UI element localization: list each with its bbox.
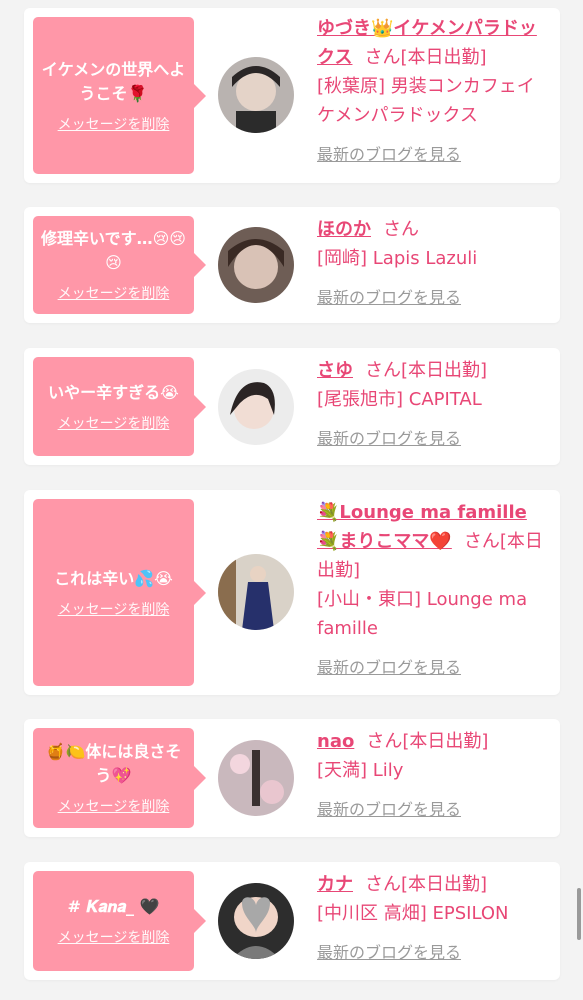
message-card: # 𝑲𝒂𝒏𝒂_ 🖤 メッセージを削除 カナ さん[本日出勤] [中川区 高畑] E… bbox=[24, 862, 560, 980]
shop-info: [岡崎] Lapis Lazuli bbox=[317, 248, 478, 269]
cast-name-link[interactable]: ほのか bbox=[317, 219, 371, 240]
avatar-image bbox=[218, 227, 294, 303]
shop-info: [尾張旭市] CAPITAL bbox=[317, 389, 482, 410]
delete-message-link[interactable]: メッセージを削除 bbox=[58, 114, 170, 134]
attendance-status: [本日出勤] bbox=[402, 731, 489, 752]
latest-blog-link[interactable]: 最新のブログを見る bbox=[317, 653, 461, 682]
message-bubble: 🍯🍋体には良さそう💖 メッセージを削除 bbox=[33, 728, 194, 828]
cast-info: nao さん[本日出勤] [天満] Lily 最新のブログを見る bbox=[317, 727, 549, 824]
avatar-image bbox=[218, 883, 294, 959]
avatar[interactable] bbox=[218, 227, 294, 303]
cast-name-link[interactable]: カナ bbox=[317, 874, 353, 895]
avatar[interactable] bbox=[218, 883, 294, 959]
attendance-status: [本日出勤] bbox=[401, 874, 488, 895]
avatar-image bbox=[218, 740, 294, 816]
delete-message-link[interactable]: メッセージを削除 bbox=[58, 796, 170, 816]
cast-info: さゆ さん[本日出勤] [尾張旭市] CAPITAL 最新のブログを見る bbox=[317, 356, 549, 453]
message-card: これは辛い💦😭 メッセージを削除 💐Lounge ma famille💐まりこマ… bbox=[24, 490, 560, 695]
cast-info: ゆづき👑イケメンパラドックス さん[本日出勤] [秋葉原] 男装コンカフェイケメン… bbox=[317, 14, 549, 169]
delete-message-link[interactable]: メッセージを削除 bbox=[58, 927, 170, 947]
avatar[interactable] bbox=[218, 740, 294, 816]
message-card: いやー辛すぎる😭 メッセージを削除 さゆ さん[本日出勤] [尾張旭市] CAPI… bbox=[24, 348, 560, 465]
message-text: イケメンの世界へようこそ🌹 bbox=[41, 59, 186, 103]
delete-message-link[interactable]: メッセージを削除 bbox=[58, 413, 170, 433]
cast-info: カナ さん[本日出勤] [中川区 高畑] EPSILON 最新のブログを見る bbox=[317, 870, 549, 967]
shop-info: [中川区 高畑] EPSILON bbox=[317, 903, 509, 924]
message-bubble: これは辛い💦😭 メッセージを削除 bbox=[33, 499, 194, 686]
message-bubble: # 𝑲𝒂𝒏𝒂_ 🖤 メッセージを削除 bbox=[33, 871, 194, 971]
latest-blog-link[interactable]: 最新のブログを見る bbox=[317, 140, 461, 169]
attendance-status: [本日出勤] bbox=[400, 47, 487, 68]
delete-message-link[interactable]: メッセージを削除 bbox=[58, 283, 170, 303]
avatar-image bbox=[218, 57, 294, 133]
cast-name-link[interactable]: nao bbox=[317, 731, 354, 752]
message-bubble: 修理辛いです…😢😢😢 メッセージを削除 bbox=[33, 216, 194, 314]
attendance-status: [本日出勤] bbox=[401, 360, 488, 381]
avatar-image bbox=[218, 554, 294, 630]
message-text: # 𝑲𝒂𝒏𝒂_ 🖤 bbox=[67, 897, 160, 916]
shop-info: [小山・東口] Lounge ma famille bbox=[317, 589, 528, 639]
honorific: さん bbox=[463, 531, 500, 552]
avatar[interactable] bbox=[218, 57, 294, 133]
message-bubble: イケメンの世界へようこそ🌹 メッセージを削除 bbox=[33, 17, 194, 174]
latest-blog-link[interactable]: 最新のブログを見る bbox=[317, 283, 461, 312]
message-text: 🍯🍋体には良さそう💖 bbox=[45, 742, 182, 785]
delete-message-link[interactable]: メッセージを削除 bbox=[58, 599, 170, 619]
message-card: 修理辛いです…😢😢😢 メッセージを削除 ほのか さん [岡崎] Lapis Laz… bbox=[24, 207, 560, 323]
honorific: さん bbox=[383, 219, 419, 240]
avatar[interactable] bbox=[218, 554, 294, 630]
honorific: さん bbox=[366, 731, 403, 752]
message-text: いやー辛すぎる😭 bbox=[48, 382, 179, 402]
latest-blog-link[interactable]: 最新のブログを見る bbox=[317, 938, 461, 967]
message-text: 修理辛いです…😢😢😢 bbox=[41, 229, 186, 272]
cast-info: 💐Lounge ma famille💐まりこママ❤️ さん[本日出勤] [小山・東… bbox=[317, 498, 549, 682]
cast-name-link[interactable]: さゆ bbox=[317, 360, 353, 381]
scrollbar[interactable] bbox=[577, 888, 581, 940]
honorific: さん bbox=[365, 874, 401, 895]
honorific: さん bbox=[364, 47, 401, 68]
latest-blog-link[interactable]: 最新のブログを見る bbox=[317, 795, 461, 824]
cast-info: ほのか さん [岡崎] Lapis Lazuli 最新のブログを見る bbox=[317, 215, 549, 312]
avatar-image bbox=[218, 369, 294, 445]
message-bubble: いやー辛すぎる😭 メッセージを削除 bbox=[33, 357, 194, 456]
shop-info: [天満] Lily bbox=[317, 760, 404, 781]
avatar[interactable] bbox=[218, 369, 294, 445]
message-card: イケメンの世界へようこそ🌹 メッセージを削除 ゆづき👑イケメンパラドックス さん[… bbox=[24, 8, 560, 183]
message-card: 🍯🍋体には良さそう💖 メッセージを削除 nao さん[本日出勤] [天満] Lil… bbox=[24, 719, 560, 837]
honorific: さん bbox=[365, 360, 401, 381]
latest-blog-link[interactable]: 最新のブログを見る bbox=[317, 424, 461, 453]
shop-info: [秋葉原] 男装コンカフェイケメンパラドックス bbox=[317, 76, 535, 126]
message-text: これは辛い💦😭 bbox=[54, 568, 173, 588]
